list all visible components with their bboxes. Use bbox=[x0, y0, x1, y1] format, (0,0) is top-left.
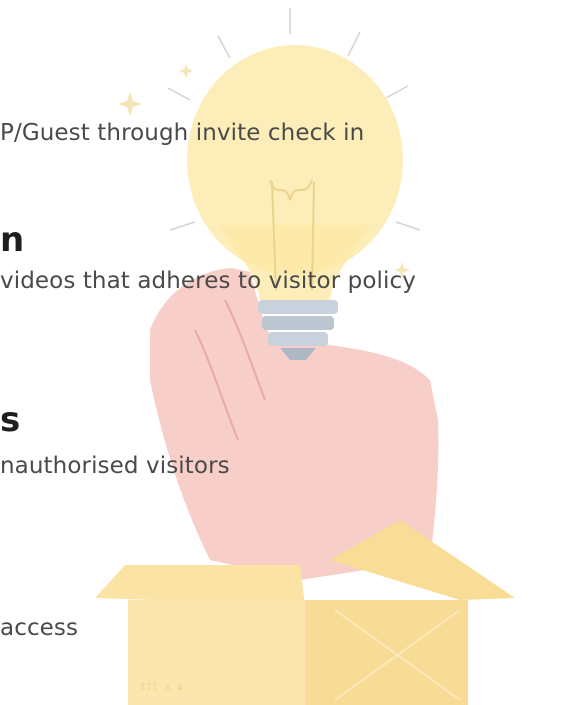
feature-1-description: P/Guest through invite check in bbox=[0, 120, 365, 146]
lightbulb-hand-illustration bbox=[95, 8, 515, 705]
feature-2-description: videos that adheres to visitor policy bbox=[0, 268, 416, 294]
feature-3-description: nauthorised visitors bbox=[0, 453, 230, 479]
box-label: III ⊻ ♟ bbox=[140, 682, 184, 693]
feature-section: III ⊻ ♟ P/Guest through invite check in … bbox=[0, 0, 572, 705]
bulb-base bbox=[258, 300, 338, 314]
feature-3-title: s bbox=[0, 400, 21, 440]
box-flap-left bbox=[95, 565, 305, 605]
feature-4-description: access bbox=[0, 615, 79, 641]
feature-2-title: n bbox=[0, 220, 25, 260]
